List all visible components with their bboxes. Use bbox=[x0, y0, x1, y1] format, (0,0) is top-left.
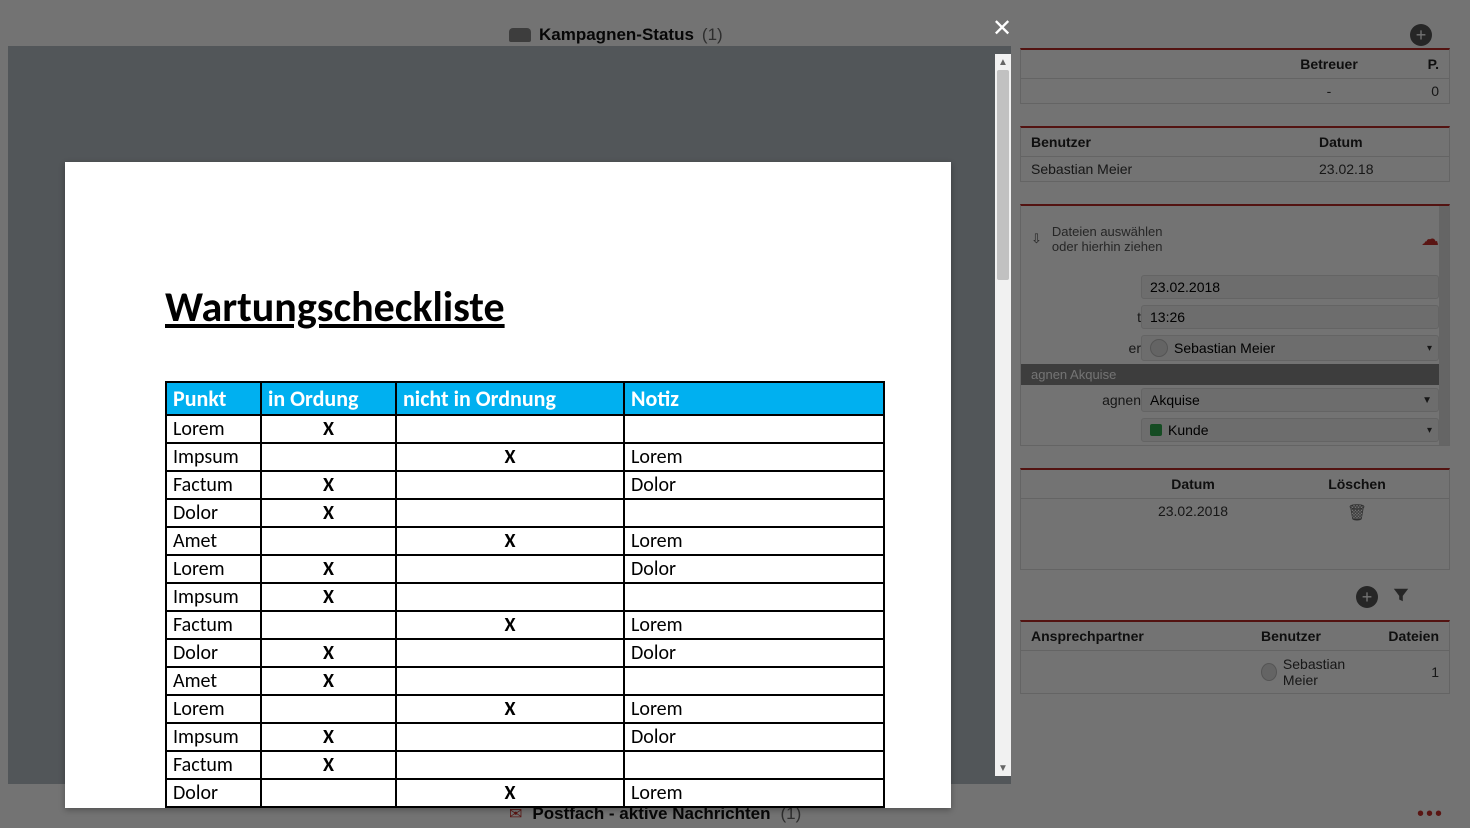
cell-punkt: Amet bbox=[166, 527, 261, 555]
cell-ok: X bbox=[261, 471, 396, 499]
checklist-row: LoremX bbox=[166, 415, 884, 443]
cell-punkt: Impsum bbox=[166, 723, 261, 751]
checklist-row: LoremX Dolor bbox=[166, 555, 884, 583]
cell-ok: X bbox=[261, 583, 396, 611]
cell-nok bbox=[396, 639, 624, 667]
cell-notiz bbox=[624, 415, 884, 443]
cell-ok: X bbox=[261, 555, 396, 583]
document-title: Wartungscheckliste bbox=[165, 282, 861, 333]
scroll-down-icon[interactable]: ▼ bbox=[995, 760, 1011, 776]
cell-notiz: Dolor bbox=[624, 471, 884, 499]
cell-notiz: Lorem bbox=[624, 527, 884, 555]
cell-ok bbox=[261, 443, 396, 471]
cell-notiz bbox=[624, 667, 884, 695]
cell-ok: X bbox=[261, 639, 396, 667]
cell-ok: X bbox=[261, 499, 396, 527]
cell-ok bbox=[261, 779, 396, 807]
cell-nok: X bbox=[396, 695, 624, 723]
cell-nok bbox=[396, 555, 624, 583]
cell-punkt: Lorem bbox=[166, 555, 261, 583]
document-page: Wartungscheckliste Punktin Ordungnicht i… bbox=[65, 162, 951, 808]
cell-ok bbox=[261, 695, 396, 723]
checklist-row: ImpsumX bbox=[166, 583, 884, 611]
checklist-col-header: in Ordung bbox=[261, 382, 396, 415]
cell-punkt: Factum bbox=[166, 611, 261, 639]
cell-punkt: Dolor bbox=[166, 499, 261, 527]
cell-nok bbox=[396, 471, 624, 499]
cell-nok: X bbox=[396, 443, 624, 471]
cell-notiz bbox=[624, 751, 884, 779]
document-scrollbar[interactable]: ▲ ▼ bbox=[995, 54, 1011, 776]
checklist-row: FactumX Dolor bbox=[166, 471, 884, 499]
close-button[interactable]: ✕ bbox=[992, 14, 1012, 43]
cell-punkt: Dolor bbox=[166, 639, 261, 667]
scroll-up-icon[interactable]: ▲ bbox=[995, 54, 1011, 70]
cell-punkt: Factum bbox=[166, 751, 261, 779]
cell-ok: X bbox=[261, 751, 396, 779]
cell-punkt: Lorem bbox=[166, 415, 261, 443]
cell-notiz: Dolor bbox=[624, 723, 884, 751]
checklist-row: DolorX bbox=[166, 499, 884, 527]
cell-punkt: Impsum bbox=[166, 583, 261, 611]
checklist-row: Amet XLorem bbox=[166, 527, 884, 555]
cell-notiz: Dolor bbox=[624, 639, 884, 667]
checklist-col-header: Punkt bbox=[166, 382, 261, 415]
cell-nok: X bbox=[396, 527, 624, 555]
cell-notiz: Dolor bbox=[624, 555, 884, 583]
cell-nok bbox=[396, 415, 624, 443]
cell-ok: X bbox=[261, 723, 396, 751]
cell-nok: X bbox=[396, 779, 624, 807]
cell-punkt: Factum bbox=[166, 471, 261, 499]
checklist-row: LoremXLorem bbox=[166, 695, 884, 723]
cell-nok bbox=[396, 751, 624, 779]
checklist-col-header: nicht in Ordnung bbox=[396, 382, 624, 415]
cell-notiz: Lorem bbox=[624, 443, 884, 471]
cell-notiz: Lorem bbox=[624, 779, 884, 807]
checklist-col-header: Notiz bbox=[624, 382, 884, 415]
cell-nok bbox=[396, 499, 624, 527]
cell-ok bbox=[261, 527, 396, 555]
checklist-row: Dolor XLorem bbox=[166, 779, 884, 807]
cell-notiz: Lorem bbox=[624, 611, 884, 639]
cell-notiz bbox=[624, 499, 884, 527]
cell-ok: X bbox=[261, 667, 396, 695]
cell-ok: X bbox=[261, 415, 396, 443]
cell-notiz bbox=[624, 583, 884, 611]
cell-punkt: Dolor bbox=[166, 779, 261, 807]
checklist-row: ImpsumX Dolor bbox=[166, 723, 884, 751]
checklist-table: Punktin Ordungnicht in OrdnungNotiz Lore… bbox=[165, 381, 885, 808]
cell-nok bbox=[396, 667, 624, 695]
checklist-row: DolorXDolor bbox=[166, 639, 884, 667]
cell-punkt: Amet bbox=[166, 667, 261, 695]
cell-nok: X bbox=[396, 611, 624, 639]
document-viewer: ▲ ▼ Wartungscheckliste Punktin Ordungnic… bbox=[8, 46, 1011, 784]
cell-notiz: Lorem bbox=[624, 695, 884, 723]
checklist-row: Impsum XLorem bbox=[166, 443, 884, 471]
scroll-thumb[interactable] bbox=[997, 70, 1009, 280]
cell-punkt: Impsum bbox=[166, 443, 261, 471]
cell-nok bbox=[396, 723, 624, 751]
checklist-row: AmetX bbox=[166, 667, 884, 695]
checklist-row: Factum XLorem bbox=[166, 611, 884, 639]
cell-punkt: Lorem bbox=[166, 695, 261, 723]
cell-nok bbox=[396, 583, 624, 611]
cell-ok bbox=[261, 611, 396, 639]
checklist-row: FactumX bbox=[166, 751, 884, 779]
